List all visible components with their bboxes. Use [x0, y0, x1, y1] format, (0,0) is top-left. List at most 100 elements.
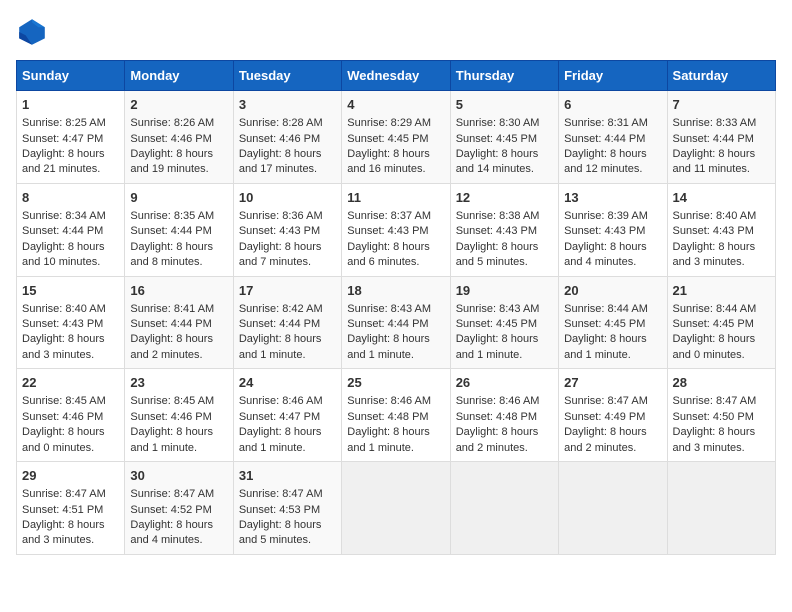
day-number: 31	[239, 467, 336, 485]
day-info: Sunrise: 8:36 AMSunset: 4:43 PMDaylight:…	[239, 210, 323, 268]
calendar-cell: 1Sunrise: 8:25 AMSunset: 4:47 PMDaylight…	[17, 91, 125, 184]
calendar-week-row: 29 Sunrise: 8:47 AMSunset: 4:51 PMDayligh…	[17, 462, 776, 555]
day-header-monday: Monday	[125, 61, 233, 91]
calendar-cell	[342, 462, 450, 555]
calendar-cell: 13 Sunrise: 8:39 AMSunset: 4:43 PMDayligh…	[559, 183, 667, 276]
calendar-cell: 3 Sunrise: 8:28 AMSunset: 4:46 PMDaylight…	[233, 91, 341, 184]
calendar-cell: 30 Sunrise: 8:47 AMSunset: 4:52 PMDayligh…	[125, 462, 233, 555]
calendar-cell: 17 Sunrise: 8:42 AMSunset: 4:44 PMDayligh…	[233, 276, 341, 369]
day-info: Sunrise: 8:26 AMSunset: 4:46 PMDaylight:…	[130, 117, 214, 175]
day-info: Sunrise: 8:31 AMSunset: 4:44 PMDaylight:…	[564, 117, 648, 175]
day-number: 6	[564, 96, 661, 114]
day-number: 24	[239, 374, 336, 392]
calendar-week-row: 1Sunrise: 8:25 AMSunset: 4:47 PMDaylight…	[17, 91, 776, 184]
day-info: Sunrise: 8:41 AMSunset: 4:44 PMDaylight:…	[130, 303, 214, 361]
day-header-friday: Friday	[559, 61, 667, 91]
calendar-cell: 21 Sunrise: 8:44 AMSunset: 4:45 PMDayligh…	[667, 276, 775, 369]
day-info: Sunrise: 8:43 AMSunset: 4:45 PMDaylight:…	[456, 303, 540, 361]
day-info: Sunrise: 8:47 AMSunset: 4:51 PMDaylight:…	[22, 488, 106, 546]
day-number: 3	[239, 96, 336, 114]
calendar-table: SundayMondayTuesdayWednesdayThursdayFrid…	[16, 60, 776, 555]
day-info: Sunrise: 8:44 AMSunset: 4:45 PMDaylight:…	[673, 303, 757, 361]
calendar-cell	[450, 462, 558, 555]
day-header-wednesday: Wednesday	[342, 61, 450, 91]
day-number: 12	[456, 189, 553, 207]
day-header-sunday: Sunday	[17, 61, 125, 91]
day-info: Sunrise: 8:28 AMSunset: 4:46 PMDaylight:…	[239, 117, 323, 175]
calendar-week-row: 15 Sunrise: 8:40 AMSunset: 4:43 PMDayligh…	[17, 276, 776, 369]
calendar-cell: 9 Sunrise: 8:35 AMSunset: 4:44 PMDaylight…	[125, 183, 233, 276]
day-info: Sunrise: 8:45 AMSunset: 4:46 PMDaylight:…	[22, 395, 106, 453]
day-number: 30	[130, 467, 227, 485]
day-number: 19	[456, 282, 553, 300]
day-info: Sunrise: 8:39 AMSunset: 4:43 PMDaylight:…	[564, 210, 648, 268]
calendar-cell: 26 Sunrise: 8:46 AMSunset: 4:48 PMDayligh…	[450, 369, 558, 462]
day-number: 23	[130, 374, 227, 392]
calendar-cell: 31Sunrise: 8:47 AMSunset: 4:53 PMDayligh…	[233, 462, 341, 555]
calendar-cell: 5 Sunrise: 8:30 AMSunset: 4:45 PMDaylight…	[450, 91, 558, 184]
day-info: Sunrise: 8:43 AMSunset: 4:44 PMDaylight:…	[347, 303, 431, 361]
day-header-thursday: Thursday	[450, 61, 558, 91]
calendar-header-row: SundayMondayTuesdayWednesdayThursdayFrid…	[17, 61, 776, 91]
calendar-cell: 16Sunrise: 8:41 AMSunset: 4:44 PMDayligh…	[125, 276, 233, 369]
day-header-saturday: Saturday	[667, 61, 775, 91]
day-info: Sunrise: 8:25 AMSunset: 4:47 PMDaylight:…	[22, 117, 106, 175]
day-number: 17	[239, 282, 336, 300]
calendar-cell: 28 Sunrise: 8:47 AMSunset: 4:50 PMDayligh…	[667, 369, 775, 462]
calendar-cell: 12 Sunrise: 8:38 AMSunset: 4:43 PMDayligh…	[450, 183, 558, 276]
day-info: Sunrise: 8:44 AMSunset: 4:45 PMDaylight:…	[564, 303, 648, 361]
day-number: 2	[130, 96, 227, 114]
day-info: Sunrise: 8:47 AMSunset: 4:49 PMDaylight:…	[564, 395, 648, 453]
day-number: 21	[673, 282, 770, 300]
day-number: 29	[22, 467, 119, 485]
calendar-cell: 24 Sunrise: 8:46 AMSunset: 4:47 PMDayligh…	[233, 369, 341, 462]
calendar-cell: 27Sunrise: 8:47 AMSunset: 4:49 PMDayligh…	[559, 369, 667, 462]
day-number: 15	[22, 282, 119, 300]
calendar-cell: 15 Sunrise: 8:40 AMSunset: 4:43 PMDayligh…	[17, 276, 125, 369]
day-info: Sunrise: 8:47 AMSunset: 4:52 PMDaylight:…	[130, 488, 214, 546]
day-number: 5	[456, 96, 553, 114]
day-number: 11	[347, 189, 444, 207]
day-info: Sunrise: 8:34 AMSunset: 4:44 PMDaylight:…	[22, 210, 106, 268]
day-number: 20	[564, 282, 661, 300]
day-number: 4	[347, 96, 444, 114]
calendar-cell	[559, 462, 667, 555]
page-header	[16, 16, 776, 48]
day-info: Sunrise: 8:45 AMSunset: 4:46 PMDaylight:…	[130, 395, 214, 453]
day-info: Sunrise: 8:33 AMSunset: 4:44 PMDaylight:…	[673, 117, 757, 175]
day-info: Sunrise: 8:47 AMSunset: 4:50 PMDaylight:…	[673, 395, 757, 453]
calendar-cell: 18 Sunrise: 8:43 AMSunset: 4:44 PMDayligh…	[342, 276, 450, 369]
calendar-cell: 7 Sunrise: 8:33 AMSunset: 4:44 PMDaylight…	[667, 91, 775, 184]
calendar-cell: 25 Sunrise: 8:46 AMSunset: 4:48 PMDayligh…	[342, 369, 450, 462]
day-number: 7	[673, 96, 770, 114]
calendar-cell: 6 Sunrise: 8:31 AMSunset: 4:44 PMDaylight…	[559, 91, 667, 184]
day-info: Sunrise: 8:38 AMSunset: 4:43 PMDaylight:…	[456, 210, 540, 268]
day-number: 14	[673, 189, 770, 207]
day-info: Sunrise: 8:42 AMSunset: 4:44 PMDaylight:…	[239, 303, 323, 361]
day-number: 22	[22, 374, 119, 392]
day-number: 18	[347, 282, 444, 300]
day-info: Sunrise: 8:46 AMSunset: 4:48 PMDaylight:…	[456, 395, 540, 453]
day-info: Sunrise: 8:46 AMSunset: 4:47 PMDaylight:…	[239, 395, 323, 453]
day-info: Sunrise: 8:40 AMSunset: 4:43 PMDaylight:…	[22, 303, 106, 361]
calendar-cell: 10Sunrise: 8:36 AMSunset: 4:43 PMDayligh…	[233, 183, 341, 276]
calendar-cell: 14 Sunrise: 8:40 AMSunset: 4:43 PMDayligh…	[667, 183, 775, 276]
logo	[16, 16, 52, 48]
day-info: Sunrise: 8:35 AMSunset: 4:44 PMDaylight:…	[130, 210, 214, 268]
day-number: 28	[673, 374, 770, 392]
day-info: Sunrise: 8:46 AMSunset: 4:48 PMDaylight:…	[347, 395, 431, 453]
calendar-week-row: 22 Sunrise: 8:45 AMSunset: 4:46 PMDayligh…	[17, 369, 776, 462]
day-number: 13	[564, 189, 661, 207]
day-number: 25	[347, 374, 444, 392]
day-info: Sunrise: 8:40 AMSunset: 4:43 PMDaylight:…	[673, 210, 757, 268]
calendar-week-row: 8Sunrise: 8:34 AMSunset: 4:44 PMDaylight…	[17, 183, 776, 276]
day-info: Sunrise: 8:37 AMSunset: 4:43 PMDaylight:…	[347, 210, 431, 268]
day-info: Sunrise: 8:30 AMSunset: 4:45 PMDaylight:…	[456, 117, 540, 175]
calendar-cell: 23 Sunrise: 8:45 AMSunset: 4:46 PMDayligh…	[125, 369, 233, 462]
calendar-cell: 4Sunrise: 8:29 AMSunset: 4:45 PMDaylight…	[342, 91, 450, 184]
day-number: 9	[130, 189, 227, 207]
calendar-cell: 20 Sunrise: 8:44 AMSunset: 4:45 PMDayligh…	[559, 276, 667, 369]
day-number: 26	[456, 374, 553, 392]
calendar-cell: 8Sunrise: 8:34 AMSunset: 4:44 PMDaylight…	[17, 183, 125, 276]
day-header-tuesday: Tuesday	[233, 61, 341, 91]
